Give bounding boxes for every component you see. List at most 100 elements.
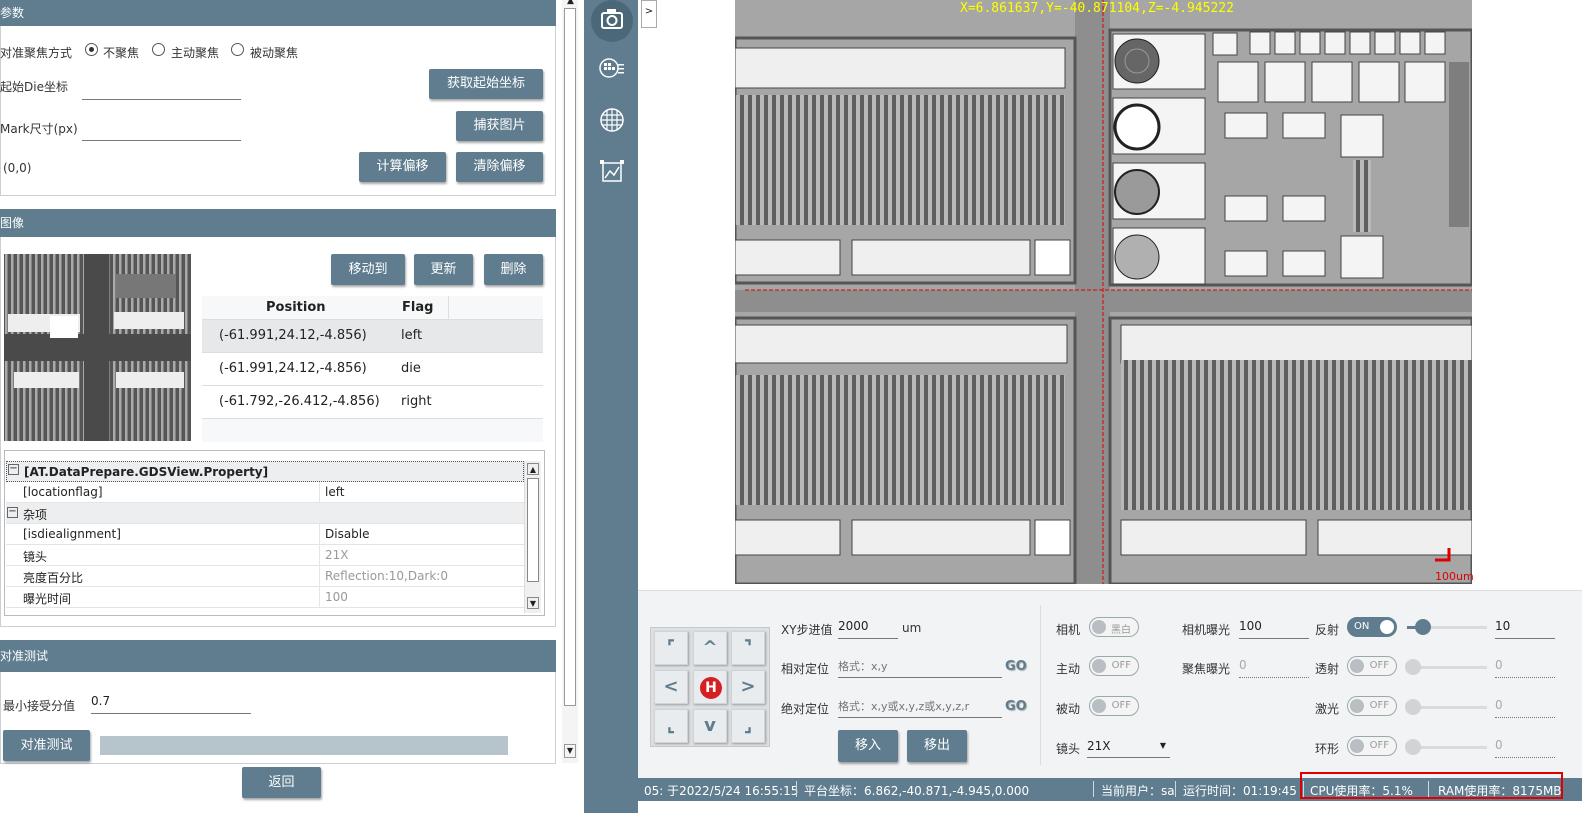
reflect-slider[interactable] — [1407, 619, 1487, 635]
divider — [1040, 605, 1041, 765]
slider-knob[interactable] — [1405, 739, 1421, 755]
property-value: 21X — [325, 548, 349, 562]
reflect-toggle[interactable]: ON — [1347, 617, 1397, 637]
move-out-button[interactable]: 移出 — [907, 730, 967, 762]
ring-slider[interactable] — [1405, 739, 1487, 755]
align-test-button[interactable]: 对准测试 — [3, 730, 90, 761]
table-row[interactable]: (-61.991,24.12,-4.856) left — [202, 320, 543, 353]
row-flag: die — [401, 361, 421, 376]
status-user: 当前用户：sa — [1101, 784, 1175, 798]
move-down-right-icon[interactable]: ⌟ — [731, 709, 765, 743]
laser-slider[interactable] — [1405, 699, 1487, 715]
collapse-icon[interactable]: − — [7, 507, 18, 518]
property-row[interactable]: [locationflag] left — [6, 482, 524, 503]
reflect-label: 反射 — [1315, 623, 1340, 637]
camera-mode-toggle[interactable]: 黑白 — [1089, 617, 1139, 637]
start-die-label: 起始Die坐标 — [0, 80, 68, 94]
active-focus-toggle[interactable]: OFF — [1089, 656, 1139, 676]
move-up-icon[interactable]: ^ — [693, 631, 727, 665]
transmit-slider[interactable] — [1405, 659, 1487, 675]
scroll-down-icon[interactable]: ▼ — [564, 744, 576, 758]
lens-select[interactable]: 21X ▼ — [1087, 736, 1170, 758]
laser-value-input[interactable]: 0 — [1495, 698, 1555, 718]
collapse-toggle[interactable]: > — [641, 0, 657, 28]
absolute-go-button[interactable]: GO — [1005, 699, 1027, 714]
property-category[interactable]: − [AT.DataPrepare.GDSView.Property] — [6, 461, 524, 482]
toggle-knob — [1350, 659, 1364, 673]
slider-knob[interactable] — [1405, 659, 1421, 675]
cam-exposure-input[interactable]: 100 — [1239, 619, 1309, 639]
table-row[interactable]: (-61.991,24.12,-4.856) die — [202, 353, 543, 386]
focus-active-label[interactable]: 主动聚焦 — [171, 44, 219, 61]
image-chart-icon[interactable] — [594, 154, 630, 190]
update-button[interactable]: 更新 — [414, 254, 473, 285]
property-key: 镜头 — [23, 550, 48, 564]
passive-focus-label: 被动 — [1056, 702, 1081, 716]
capture-image-button[interactable]: 捕获图片 — [456, 111, 543, 141]
table-header: Position Flag — [202, 296, 543, 320]
wafer-grid-icon[interactable] — [594, 102, 630, 138]
slider-knob[interactable] — [1415, 619, 1431, 635]
property-row[interactable]: 镜头 21X — [6, 545, 524, 566]
move-down-icon[interactable]: v — [693, 709, 727, 743]
scroll-thumb[interactable] — [527, 478, 539, 582]
move-up-right-icon[interactable]: ⌝ — [731, 631, 765, 665]
laser-toggle[interactable]: OFF — [1347, 696, 1397, 716]
ring-label: 环形 — [1315, 742, 1340, 756]
cam-exposure-label: 相机曝光 — [1182, 623, 1231, 637]
min-score-input[interactable]: 0.7 — [91, 694, 251, 714]
property-row[interactable]: 亮度百分比 Reflection:10,Dark:0 — [6, 566, 524, 587]
clear-offset-button[interactable]: 清除偏移 — [456, 152, 543, 182]
thumbnail-image — [4, 254, 191, 441]
property-row[interactable]: 曝光时间 100 — [6, 587, 524, 608]
move-down-left-icon[interactable]: ⌞ — [654, 709, 688, 743]
highlight-box — [1300, 772, 1563, 799]
start-die-input[interactable] — [82, 80, 241, 100]
toggle-text: ON — [1354, 621, 1370, 632]
transmit-value-input[interactable]: 0 — [1495, 658, 1555, 678]
xy-step-label: XY步进值 — [781, 623, 833, 637]
focus-none-label[interactable]: 不聚焦 — [103, 44, 139, 61]
relative-pos-input[interactable] — [838, 656, 1002, 678]
scroll-thumb[interactable] — [564, 8, 576, 706]
get-start-coord-button[interactable]: 获取起始坐标 — [429, 69, 543, 99]
xy-step-input[interactable]: 2000 — [838, 619, 898, 639]
focus-passive-label[interactable]: 被动聚焦 — [250, 44, 298, 61]
move-left-icon[interactable]: < — [654, 670, 688, 704]
absolute-pos-input[interactable] — [838, 696, 1002, 718]
property-scrollbar[interactable]: ▲ ▼ — [524, 461, 541, 613]
col-position[interactable]: Position — [266, 300, 326, 315]
transmit-toggle[interactable]: OFF — [1347, 656, 1397, 676]
scroll-up-icon[interactable]: ▲ — [564, 0, 577, 6]
relative-go-button[interactable]: GO — [1005, 659, 1027, 674]
move-to-button[interactable]: 移动到 — [331, 254, 405, 285]
camera-icon[interactable] — [591, 0, 633, 42]
back-button[interactable]: 返回 — [242, 767, 321, 798]
focus-none-radio[interactable] — [85, 43, 98, 56]
collapse-icon[interactable]: − — [8, 464, 19, 475]
move-in-button[interactable]: 移入 — [838, 730, 898, 762]
mark-size-input[interactable] — [82, 121, 241, 141]
camera-view[interactable] — [735, 0, 1472, 584]
home-button[interactable]: H — [693, 670, 727, 704]
property-category[interactable]: − 杂项 — [6, 503, 524, 524]
panel-scrollbar[interactable]: ▲ ▼ — [562, 0, 578, 763]
focus-exposure-input[interactable]: 0 — [1239, 658, 1309, 678]
calc-offset-button[interactable]: 计算偏移 — [359, 152, 446, 182]
delete-button[interactable]: 删除 — [484, 254, 543, 285]
move-right-icon[interactable]: > — [731, 670, 765, 704]
col-flag[interactable]: Flag — [402, 300, 433, 315]
map-grid-icon[interactable] — [594, 50, 630, 86]
ring-toggle[interactable]: OFF — [1347, 736, 1397, 756]
passive-focus-toggle[interactable]: OFF — [1089, 696, 1139, 716]
property-row[interactable]: [isdiealignment] Disable — [6, 524, 524, 545]
slider-knob[interactable] — [1405, 699, 1421, 715]
scroll-up-icon[interactable]: ▲ — [527, 463, 539, 475]
ring-value-input[interactable]: 0 — [1495, 738, 1555, 758]
reflect-value-input[interactable]: 10 — [1495, 619, 1555, 639]
table-row[interactable]: (-61.792,-26.412,-4.856) right — [202, 386, 543, 419]
focus-passive-radio[interactable] — [231, 43, 244, 56]
focus-active-radio[interactable] — [152, 43, 165, 56]
scroll-down-icon[interactable]: ▼ — [527, 597, 539, 609]
move-up-left-icon[interactable]: ⌜ — [654, 631, 688, 665]
